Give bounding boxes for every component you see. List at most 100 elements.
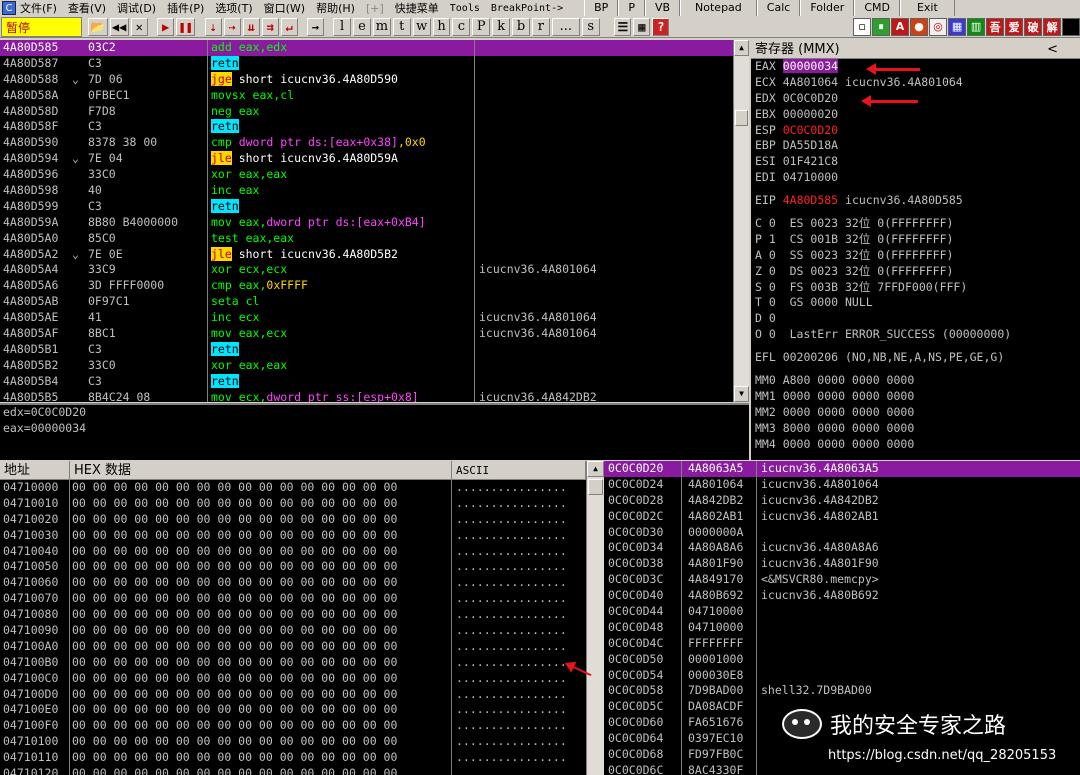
menu-file[interactable]: 文件(F) <box>20 0 57 16</box>
stack-row[interactable]: 0C0C0D38 4A801F90 icucnv36.4A801F90 <box>604 556 1080 573</box>
toolbar-k-button[interactable]: k <box>492 17 511 36</box>
dump-scrollbar[interactable]: ▲ <box>586 461 604 775</box>
stack-row[interactable]: 0C0C0D40 4A80B692 icucnv36.4A80B692 <box>604 588 1080 605</box>
stack-row[interactable]: 0C0C0D30 0000000A <box>604 524 1080 541</box>
menu-p-button[interactable]: P <box>618 0 645 16</box>
disasm-row[interactable]: 4A80D5B1 C3 retn <box>0 341 733 358</box>
pause-icon[interactable]: ❚❚ <box>176 17 196 36</box>
menu-exit-button[interactable]: Exit <box>899 0 955 16</box>
flag-row[interactable]: S 0 FS 003B 32位 7FFDF000(FFF) <box>751 280 1080 296</box>
plugin-pause-icon[interactable]: ⏸ <box>872 17 891 36</box>
hex-dump-pane[interactable]: 地址 HEX 数据 ASCII 04710000 00 00 00 00 00 0… <box>0 461 586 775</box>
trace-over-icon[interactable]: ⇉ <box>261 17 279 36</box>
menu-options[interactable]: 选项(T) <box>215 0 252 16</box>
menu-notepad-button[interactable]: Notepad <box>680 0 757 16</box>
plugin-circle-icon[interactable]: ● <box>910 17 929 36</box>
toolbar-l-button[interactable]: l <box>333 17 352 36</box>
disasm-row[interactable]: 4A80D58D F7D8 neg eax <box>0 103 733 120</box>
menu-cmd-button[interactable]: CMD <box>854 0 900 16</box>
disasm-row[interactable]: 4A80D599 C3 retn <box>0 198 733 215</box>
disasm-row[interactable]: 4A80D596 33C0 xor eax,eax <box>0 167 733 184</box>
flag-row[interactable]: Z 0 DS 0023 32位 0(FFFFFFFF) <box>751 264 1080 280</box>
dump-row[interactable]: 04710020 00 00 00 00 00 00 00 00 00 00 00… <box>0 511 586 528</box>
dump-row[interactable]: 04710110 00 00 00 00 00 00 00 00 00 00 00… <box>0 750 586 767</box>
disasm-row[interactable]: 4A80D5A6 3D FFFF0000 cmp eax,0xFFFF <box>0 278 733 295</box>
disasm-row[interactable]: 4A80D58A 0FBEC1 movsx eax,cl <box>0 87 733 104</box>
toolbar-h-button[interactable]: h <box>432 17 451 36</box>
scroll-up-icon[interactable]: ▲ <box>734 40 749 56</box>
dump-row[interactable]: 04710030 00 00 00 00 00 00 00 00 00 00 00… <box>0 527 586 544</box>
flag-row[interactable]: O 0 LastErr ERROR_SUCCESS (00000000) <box>751 327 1080 343</box>
register-ebp[interactable]: EBP DA55D18A <box>751 138 1080 154</box>
grid-icon[interactable]: ▦ <box>633 17 651 36</box>
toolbar-e-button[interactable]: e <box>353 17 371 36</box>
dump-row[interactable]: 047100E0 00 00 00 00 00 00 00 00 00 00 00… <box>0 702 586 719</box>
dump-row[interactable]: 04710120 00 00 00 00 00 00 00 00 00 00 00… <box>0 766 586 775</box>
register-edx[interactable]: EDX 0C0C0D20 <box>751 91 1080 107</box>
stack-row[interactable]: 0C0C0D2C 4A802AB1 icucnv36.4A802AB1 <box>604 508 1080 525</box>
plugin-grid-icon[interactable]: ▦ <box>948 17 967 36</box>
register-eax-value[interactable]: 00000034 <box>782 59 839 73</box>
dump-row[interactable]: 04710040 00 00 00 00 00 00 00 00 00 00 00… <box>0 543 586 560</box>
dump-header-address[interactable]: 地址 <box>0 461 70 479</box>
flag-row[interactable]: T 0 GS 0000 NULL <box>751 295 1080 311</box>
chevron-left-icon[interactable]: < <box>1047 40 1058 59</box>
plugin-wu-button[interactable]: 吾 <box>986 17 1005 36</box>
disasm-row[interactable]: 4A80D594 ⌄ 7E 04 jle short icucnv36.4A80D59… <box>0 151 733 168</box>
dump-row[interactable]: 047100A0 00 00 00 00 00 00 00 00 00 00 00… <box>0 638 586 655</box>
stack-row[interactable]: 0C0C0D4C FFFFFFFF <box>604 635 1080 652</box>
toolbar-w-button[interactable]: w <box>412 17 431 36</box>
disasm-row[interactable]: 4A80D588 ⌄ 7D 06 jge short icucnv36.4A80D59… <box>0 71 733 88</box>
disasm-row[interactable]: 4A80D598 40 inc eax <box>0 183 733 199</box>
menu-tools[interactable]: Tools <box>450 3 480 14</box>
plugin-black-icon[interactable] <box>1062 17 1080 36</box>
disassembly-pane[interactable]: 4A80D585 03C2 add eax,edx 4A80D587 C3 retn 4A8… <box>0 40 733 402</box>
menu-calc-button[interactable]: Calc <box>756 0 801 16</box>
stack-row[interactable]: 0C0C0D44 04710000 <box>604 604 1080 620</box>
flag-row[interactable]: D 0 <box>751 311 1080 327</box>
stack-row[interactable]: 0C0C0D24 4A801064 icucnv36.4A801064 <box>604 476 1080 493</box>
disassembly-scrollbar[interactable]: ▲ ▼ <box>733 40 749 402</box>
register-ecx[interactable]: ECX 4A801064 icucnv36.4A801064 <box>751 75 1080 91</box>
mmx-register[interactable]: MM0 A800 0000 0000 0000 <box>751 373 1080 389</box>
plugin-po-button[interactable]: 破 <box>1024 17 1043 36</box>
step-into-icon[interactable]: ⇣ <box>204 17 222 36</box>
disasm-row[interactable]: 4A80D58F C3 retn <box>0 119 733 136</box>
disasm-row[interactable]: 4A80D5A4 33C9 xor ecx,ecx icucnv36.4A801064 <box>0 262 733 279</box>
disasm-row[interactable]: 4A80D5A0 85C0 test eax,eax <box>0 230 733 247</box>
disasm-row[interactable]: 4A80D585 03C2 add eax,edx <box>0 40 733 56</box>
menu-vb-button[interactable]: VB <box>644 0 681 16</box>
disasm-row[interactable]: 4A80D5A2 ⌄ 7E 0E jle short icucnv36.4A80D5B… <box>0 246 733 263</box>
disasm-row[interactable]: 4A80D5AF 8BC1 mov eax,ecx icucnv36.4A801064 <box>0 326 733 342</box>
menu-plugins[interactable]: 插件(P) <box>167 0 204 16</box>
plugin-green-icon[interactable]: ▥ <box>967 17 986 36</box>
restart-icon[interactable]: ◀◀ <box>109 17 129 36</box>
register-efl[interactable]: EFL 00200206 (NO,NB,NE,A,NS,PE,GE,G) <box>751 350 1080 366</box>
step-over-icon[interactable]: ⇢ <box>223 17 241 36</box>
flag-row[interactable]: C 0 ES 0023 32位 0(FFFFFFFF) <box>751 216 1080 232</box>
plugin-blank-icon[interactable]: ▫ <box>853 17 872 36</box>
execute-till-return-icon[interactable]: ↵ <box>280 17 298 36</box>
disasm-row[interactable]: 4A80D587 C3 retn <box>0 55 733 72</box>
menu-breakpoint[interactable]: BreakPoint-> <box>491 3 563 14</box>
dump-row[interactable]: 04710070 00 00 00 00 00 00 00 00 00 00 00… <box>0 591 586 608</box>
disasm-row[interactable]: 4A80D5B5 8B4C24 08 mov ecx,dword ptr ss:[e… <box>0 389 733 402</box>
scroll-thumb[interactable] <box>735 110 748 126</box>
mmx-register[interactable]: MM4 0000 0000 0000 0000 <box>751 437 1080 453</box>
registers-header[interactable]: 寄存器 (MMX) < <box>751 40 1080 59</box>
stack-row[interactable]: 0C0C0D50 00001000 <box>604 651 1080 668</box>
dump-header-ascii[interactable]: ASCII <box>452 461 586 479</box>
help-icon[interactable]: ? <box>652 17 670 36</box>
scroll-down-icon[interactable]: ▼ <box>734 386 749 402</box>
dump-row[interactable]: 04710080 00 00 00 00 00 00 00 00 00 00 00… <box>0 607 586 624</box>
toolbar-s-button[interactable]: s <box>581 17 600 36</box>
mmx-register[interactable]: MM3 8000 0000 0000 0000 <box>751 421 1080 437</box>
plugin-jie-button[interactable]: 解 <box>1043 17 1062 36</box>
toolbar-m-button[interactable]: m <box>372 17 391 36</box>
menu-view[interactable]: 查看(V) <box>68 0 106 16</box>
stack-row[interactable]: 0C0C0D34 4A80A8A6 icucnv36.4A80A8A6 <box>604 540 1080 557</box>
disasm-row[interactable]: 4A80D5B4 C3 retn <box>0 373 733 390</box>
disasm-row[interactable]: 4A80D5AB 0F97C1 seta cl <box>0 294 733 311</box>
dump-row[interactable]: 047100B0 00 00 00 00 00 00 00 00 00 00 00… <box>0 654 586 671</box>
mmx-register[interactable]: MM1 0000 0000 0000 0000 <box>751 389 1080 405</box>
